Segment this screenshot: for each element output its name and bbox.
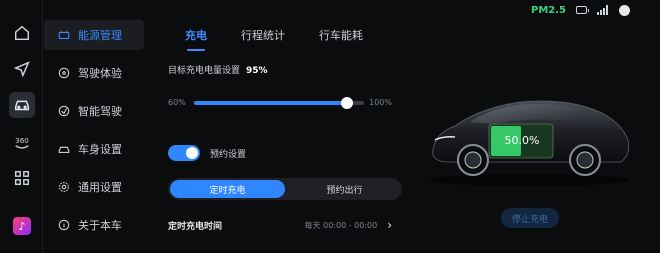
apps-grid-icon[interactable] [9,165,35,191]
home-icon[interactable] [9,20,35,46]
menu-label: 智能驾驶 [78,105,122,118]
reserve-toggle[interactable] [168,145,200,161]
target-charge-value: 95% [246,66,268,76]
reserve-setting-row: 预约设置 [168,145,246,161]
target-charge-label: 目标充电电量设置 95% [168,63,268,76]
menu-label: 关于本车 [78,219,122,232]
segment-scheduled-charge[interactable]: 定时充电 [170,180,285,198]
left-rail: 360 ♪ [0,0,43,253]
tab-bar: 充电 行程统计 行车能耗 [185,27,363,51]
menu-label: 车身设置 [78,143,122,156]
battery-status-icon [576,6,589,14]
car-icon[interactable] [9,92,35,118]
schedule-label: 定时充电时间 [168,221,223,232]
tab-charge[interactable]: 充电 [185,27,207,51]
driver-assist-icon [58,105,70,117]
segment-scheduled-trip[interactable]: 预约出行 [287,178,402,200]
360-view-icon[interactable]: 360 [9,130,35,156]
slider-handle[interactable] [341,97,353,109]
signal-icon [597,5,609,15]
tab-trip-stats[interactable]: 行程统计 [241,27,285,43]
steering-wheel-icon [58,67,70,79]
menu-item-smart-drive[interactable]: 智能驾驶 [44,96,144,126]
menu-label: 驾驶体验 [78,67,122,80]
charge-mode-segmented: 定时充电 预约出行 [168,178,402,200]
menu-item-energy[interactable]: 能源管理 [44,20,144,50]
menu-item-body[interactable]: 车身设置 [44,134,144,164]
360-label: 360 [15,136,29,145]
battery-icon [58,31,70,39]
schedule-value: 每天 00:00 - 00:00 [304,220,378,230]
stop-charging-button[interactable]: 停止充电 [501,208,559,228]
menu-label: 能源管理 [78,29,122,42]
charge-limit-slider[interactable]: 60% 100% [168,96,392,110]
battery-percent: 50.0% [504,133,540,147]
avatar[interactable] [619,4,630,16]
slider-fill [194,101,347,105]
music-app-icon[interactable]: ♪ [9,213,35,239]
reserve-label: 预约设置 [210,149,247,160]
slider-min-label: 60% [168,98,186,107]
tab-energy-consumption[interactable]: 行车能耗 [319,27,363,43]
schedule-time-row[interactable]: 定时充电时间 每天 00:00 - 00:00 › [168,218,392,232]
menu-item-about[interactable]: 关于本车 [44,210,144,240]
slider-max-label: 100% [369,98,392,107]
navigation-icon[interactable] [9,56,35,82]
info-icon [58,219,70,231]
menu-label: 通用设置 [78,181,122,194]
chevron-right-icon: › [387,218,392,232]
settings-icon [58,181,70,193]
slider-track[interactable] [194,97,364,109]
settings-menu: 能源管理 驾驶体验 智能驾驶 车身设置 通用设置 关于本车 [44,20,144,248]
menu-item-driving[interactable]: 驾驶体验 [44,58,144,88]
menu-item-general[interactable]: 通用设置 [44,172,144,202]
target-charge-title: 目标充电电量设置 [168,66,241,76]
pm25-indicator: PM2.5 [531,4,566,16]
car-body-icon [58,146,70,153]
status-bar: PM2.5 [531,2,630,18]
